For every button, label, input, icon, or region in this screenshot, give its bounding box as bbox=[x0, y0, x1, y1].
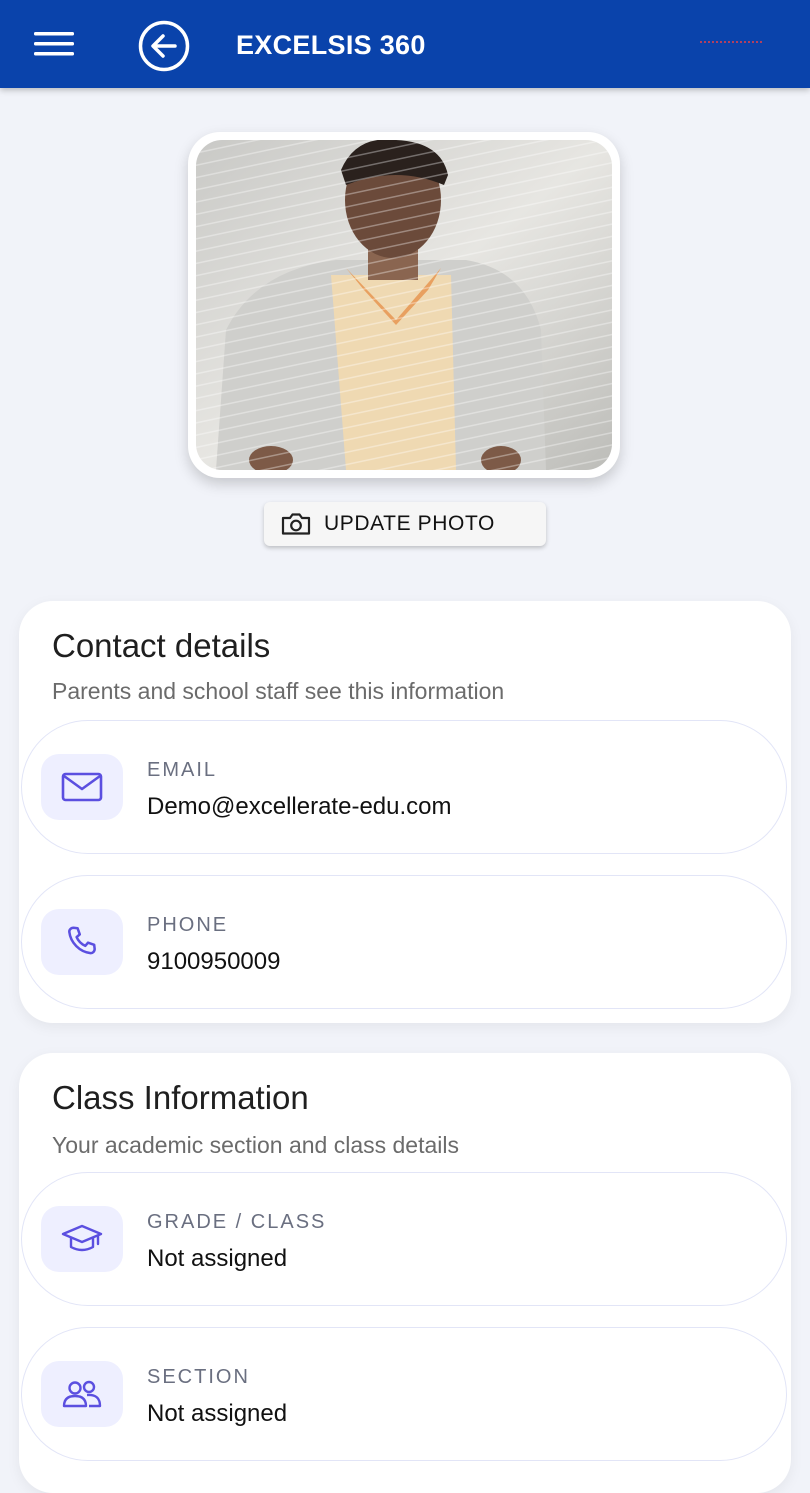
profile-photo[interactable] bbox=[196, 140, 612, 470]
profile-photo-frame bbox=[188, 132, 620, 478]
hamburger-menu-icon[interactable] bbox=[34, 32, 74, 56]
users-icon bbox=[62, 1380, 102, 1408]
mail-icon bbox=[61, 772, 103, 802]
section-label: SECTION bbox=[147, 1366, 250, 1388]
grade-class-label: GRADE / CLASS bbox=[147, 1211, 327, 1233]
grade-icon-box bbox=[41, 1206, 123, 1272]
app-title: EXCELSIS 360 bbox=[236, 30, 426, 60]
grade-class-value: Not assigned bbox=[147, 1245, 288, 1272]
graduation-cap-icon bbox=[61, 1224, 103, 1252]
email-value: Demo@excellerate-edu.com bbox=[147, 793, 452, 820]
class-information-subtitle: Your academic section and class details bbox=[52, 1132, 459, 1158]
phone-icon-box bbox=[41, 909, 123, 975]
grade-class-row[interactable]: GRADE / CLASS Not assigned bbox=[21, 1172, 787, 1306]
header-action-indicator[interactable] bbox=[700, 41, 762, 47]
phone-label: PHONE bbox=[147, 914, 229, 936]
class-information-title: Class Information bbox=[52, 1079, 309, 1116]
class-information-card: Class Information Your academic section … bbox=[19, 1053, 791, 1493]
contact-details-title: Contact details bbox=[52, 627, 271, 664]
section-icon-box bbox=[41, 1361, 123, 1427]
phone-value: 9100950009 bbox=[147, 948, 281, 975]
arrow-left-circle-icon[interactable] bbox=[138, 20, 190, 72]
email-row[interactable]: EMAIL Demo@excellerate-edu.com bbox=[21, 720, 787, 854]
update-photo-label: UPDATE PHOTO bbox=[324, 512, 495, 535]
contact-details-card: Contact details Parents and school staff… bbox=[19, 601, 791, 1023]
phone-row[interactable]: PHONE 9100950009 bbox=[21, 875, 787, 1009]
contact-details-subtitle: Parents and school staff see this inform… bbox=[52, 678, 505, 704]
email-icon-box bbox=[41, 754, 123, 820]
app-bar: EXCELSIS 360 bbox=[0, 0, 810, 88]
email-label: EMAIL bbox=[147, 759, 218, 781]
update-photo-button[interactable]: UPDATE PHOTO bbox=[264, 502, 546, 546]
phone-icon bbox=[68, 926, 96, 955]
section-value: Not assigned bbox=[147, 1400, 288, 1427]
section-row[interactable]: SECTION Not assigned bbox=[21, 1327, 787, 1461]
camera-icon bbox=[281, 513, 311, 535]
